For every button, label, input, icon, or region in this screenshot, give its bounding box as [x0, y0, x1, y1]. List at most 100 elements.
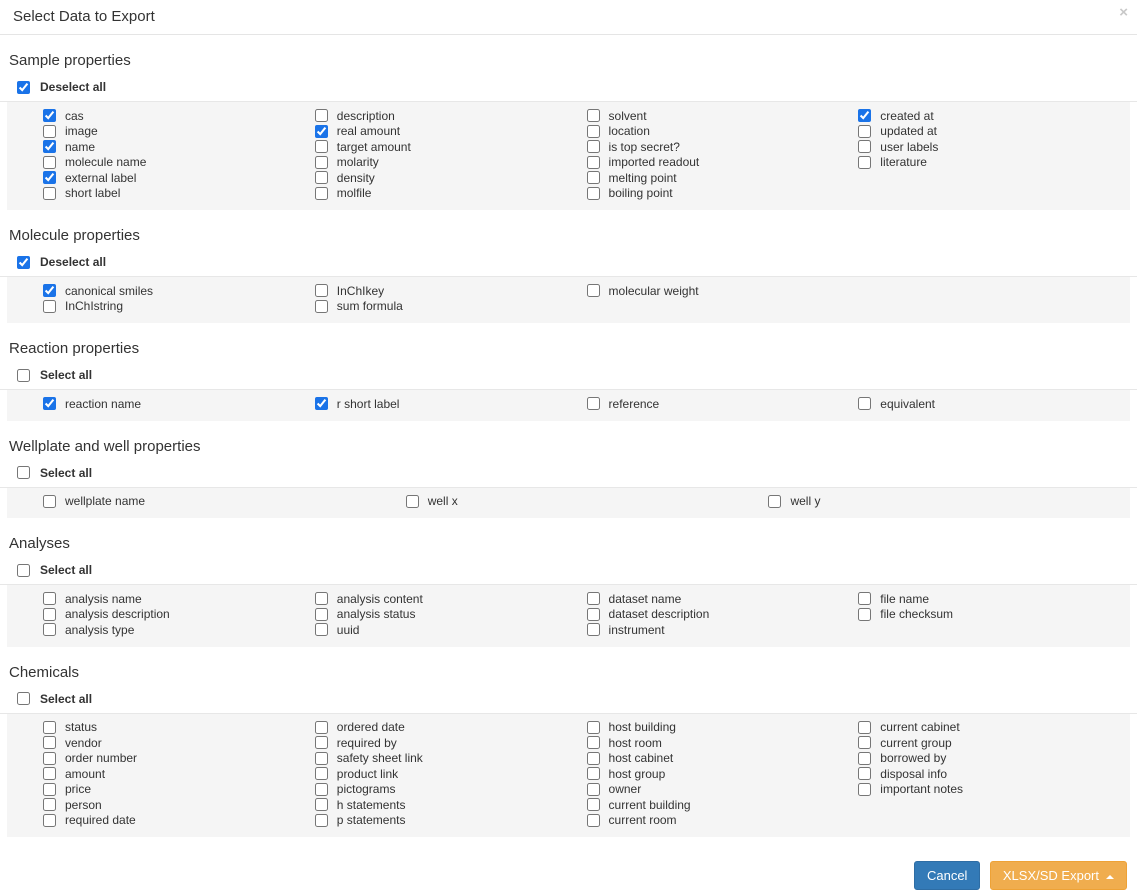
checkbox-item-ordered-date[interactable]: ordered date [279, 720, 551, 736]
checkbox-item-is-top-secret[interactable]: is top secret? [551, 139, 823, 155]
checkbox-molfile[interactable] [315, 187, 328, 200]
checkbox-inchikey[interactable] [315, 284, 328, 297]
checkbox-imported-readout[interactable] [587, 156, 600, 169]
checkbox-well-x[interactable] [406, 495, 419, 508]
cancel-button[interactable]: Cancel [914, 861, 980, 890]
checkbox-analysis-content[interactable] [315, 592, 328, 605]
checkbox-item-status[interactable]: status [7, 720, 279, 736]
checkbox-equivalent[interactable] [858, 397, 871, 410]
checkbox-item-solvent[interactable]: solvent [551, 108, 823, 124]
checkbox-item-amount[interactable]: amount [7, 766, 279, 782]
checkbox-owner[interactable] [587, 783, 600, 796]
deselect-all-checkbox[interactable]: Deselect all [17, 80, 1129, 94]
checkbox-disposal-info[interactable] [858, 767, 871, 780]
checkbox-pictograms[interactable] [315, 783, 328, 796]
checkbox-item-analysis-name[interactable]: analysis name [7, 591, 279, 607]
deselect-all-checkbox[interactable]: Deselect all [17, 255, 1129, 269]
checkbox-item-order-number[interactable]: order number [7, 751, 279, 767]
checkbox-item-current-cabinet[interactable]: current cabinet [822, 720, 1094, 736]
checkbox-item-vendor[interactable]: vendor [7, 735, 279, 751]
toggle-checkbox-input[interactable] [17, 466, 30, 479]
checkbox-analysis-status[interactable] [315, 608, 328, 621]
checkbox-item-molfile[interactable]: molfile [279, 186, 551, 202]
checkbox-item-inchikey[interactable]: InChIkey [279, 283, 551, 299]
checkbox-item-analysis-content[interactable]: analysis content [279, 591, 551, 607]
checkbox-amount[interactable] [43, 767, 56, 780]
checkbox-status[interactable] [43, 721, 56, 734]
checkbox-host-cabinet[interactable] [587, 752, 600, 765]
checkbox-uuid[interactable] [315, 623, 328, 636]
checkbox-analysis-description[interactable] [43, 608, 56, 621]
checkbox-item-analysis-type[interactable]: analysis type [7, 622, 279, 638]
checkbox-item-imported-readout[interactable]: imported readout [551, 155, 823, 171]
checkbox-item-analysis-description[interactable]: analysis description [7, 607, 279, 623]
checkbox-melting-point[interactable] [587, 171, 600, 184]
checkbox-item-description[interactable]: description [279, 108, 551, 124]
checkbox-item-required-by[interactable]: required by [279, 735, 551, 751]
checkbox-item-person[interactable]: person [7, 797, 279, 813]
checkbox-target-amount[interactable] [315, 140, 328, 153]
checkbox-location[interactable] [587, 125, 600, 138]
checkbox-wellplate-name[interactable] [43, 495, 56, 508]
checkbox-item-name[interactable]: name [7, 139, 279, 155]
checkbox-item-dataset-description[interactable]: dataset description [551, 607, 823, 623]
checkbox-item-file-checksum[interactable]: file checksum [822, 607, 1094, 623]
toggle-checkbox-input[interactable] [17, 564, 30, 577]
checkbox-boiling-point[interactable] [587, 187, 600, 200]
checkbox-created-at[interactable] [858, 109, 871, 122]
checkbox-real-amount[interactable] [315, 125, 328, 138]
checkbox-analysis-type[interactable] [43, 623, 56, 636]
checkbox-item-pictograms[interactable]: pictograms [279, 782, 551, 798]
checkbox-item-r-short-label[interactable]: r short label [279, 396, 551, 412]
checkbox-item-p-statements[interactable]: p statements [279, 813, 551, 829]
checkbox-item-equivalent[interactable]: equivalent [822, 396, 1094, 412]
checkbox-image[interactable] [43, 125, 56, 138]
checkbox-r-short-label[interactable] [315, 397, 328, 410]
toggle-checkbox-input[interactable] [17, 369, 30, 382]
checkbox-instrument[interactable] [587, 623, 600, 636]
checkbox-item-sum-formula[interactable]: sum formula [279, 299, 551, 315]
checkbox-item-dataset-name[interactable]: dataset name [551, 591, 823, 607]
checkbox-item-host-room[interactable]: host room [551, 735, 823, 751]
select-all-checkbox[interactable]: Select all [17, 368, 1129, 382]
checkbox-item-required-date[interactable]: required date [7, 813, 279, 829]
checkbox-item-disposal-info[interactable]: disposal info [822, 766, 1094, 782]
checkbox-item-wellplate-name[interactable]: wellplate name [7, 494, 370, 510]
checkbox-item-inchistring[interactable]: InChIstring [7, 299, 279, 315]
checkbox-item-reaction-name[interactable]: reaction name [7, 396, 279, 412]
checkbox-price[interactable] [43, 783, 56, 796]
checkbox-ordered-date[interactable] [315, 721, 328, 734]
select-all-checkbox[interactable]: Select all [17, 692, 1129, 706]
checkbox-h-statements[interactable] [315, 798, 328, 811]
checkbox-item-host-building[interactable]: host building [551, 720, 823, 736]
checkbox-item-current-group[interactable]: current group [822, 735, 1094, 751]
checkbox-item-host-group[interactable]: host group [551, 766, 823, 782]
checkbox-item-short-label[interactable]: short label [7, 186, 279, 202]
checkbox-item-current-room[interactable]: current room [551, 813, 823, 829]
checkbox-description[interactable] [315, 109, 328, 122]
checkbox-current-group[interactable] [858, 736, 871, 749]
checkbox-required-by[interactable] [315, 736, 328, 749]
checkbox-safety-sheet-link[interactable] [315, 752, 328, 765]
checkbox-analysis-name[interactable] [43, 592, 56, 605]
checkbox-item-cas[interactable]: cas [7, 108, 279, 124]
checkbox-current-building[interactable] [587, 798, 600, 811]
checkbox-short-label[interactable] [43, 187, 56, 200]
checkbox-borrowed-by[interactable] [858, 752, 871, 765]
checkbox-molarity[interactable] [315, 156, 328, 169]
checkbox-item-host-cabinet[interactable]: host cabinet [551, 751, 823, 767]
checkbox-item-location[interactable]: location [551, 124, 823, 140]
checkbox-item-molecular-weight[interactable]: molecular weight [551, 283, 823, 299]
checkbox-file-checksum[interactable] [858, 608, 871, 621]
checkbox-canonical-smiles[interactable] [43, 284, 56, 297]
checkbox-item-instrument[interactable]: instrument [551, 622, 823, 638]
checkbox-literature[interactable] [858, 156, 871, 169]
select-all-checkbox[interactable]: Select all [17, 563, 1129, 577]
checkbox-current-room[interactable] [587, 814, 600, 827]
checkbox-item-price[interactable]: price [7, 782, 279, 798]
checkbox-item-owner[interactable]: owner [551, 782, 823, 798]
checkbox-host-group[interactable] [587, 767, 600, 780]
checkbox-item-well-x[interactable]: well x [370, 494, 733, 510]
checkbox-item-literature[interactable]: literature [822, 155, 1094, 171]
checkbox-item-image[interactable]: image [7, 124, 279, 140]
